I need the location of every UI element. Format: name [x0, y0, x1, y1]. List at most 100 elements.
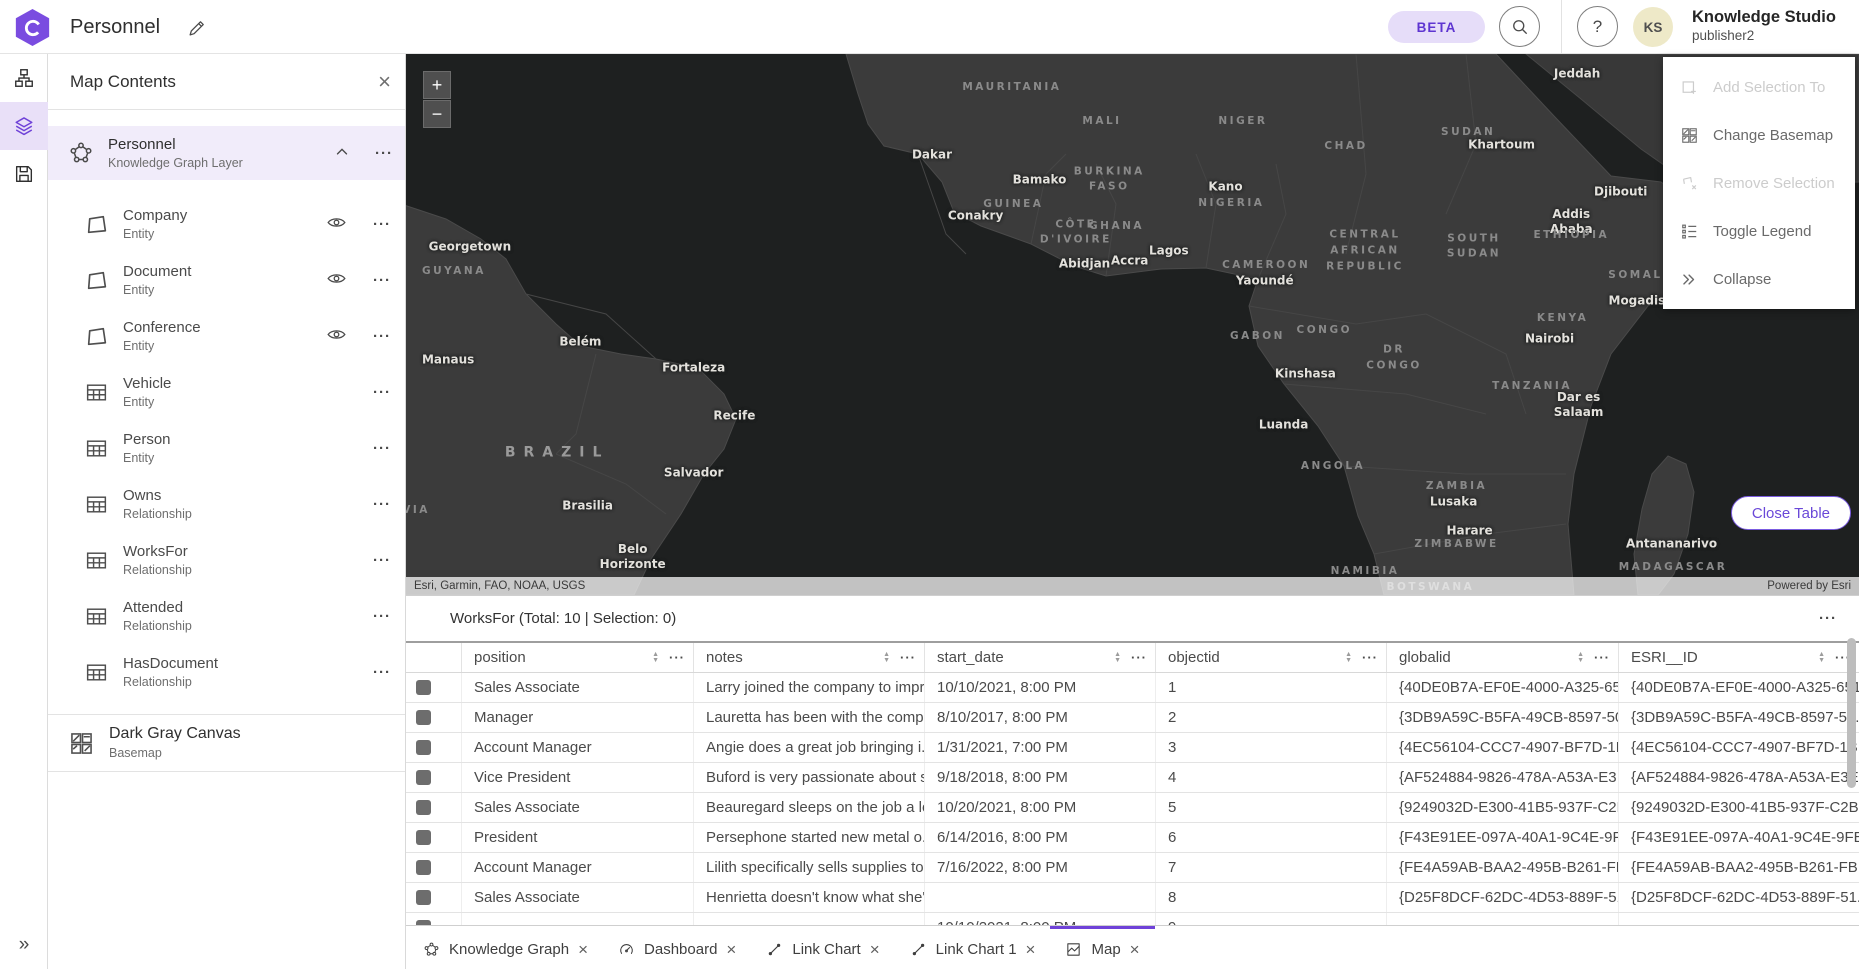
layer-options-button[interactable]: ···: [373, 552, 391, 569]
tab-knowledge-graph[interactable]: Knowledge Graph ×: [408, 926, 603, 969]
layer-group-personnel[interactable]: Personnel Knowledge Graph Layer ···: [48, 126, 405, 180]
tab-map[interactable]: Map ×: [1050, 926, 1154, 969]
sort-icon[interactable]: ▲▼: [652, 652, 659, 664]
layer-item-document[interactable]: Document Entity ···: [48, 252, 405, 308]
tab-link-chart-1[interactable]: Link Chart 1 ×: [895, 926, 1051, 969]
table-row[interactable]: Manager Lauretta has been with the comp.…: [406, 703, 1859, 733]
column-header-position[interactable]: position ▲▼ ···: [462, 643, 694, 672]
layer-list: Company Entity ··· Document Entity ···: [48, 196, 405, 700]
layer-options-button[interactable]: ···: [373, 384, 391, 401]
menu-item-toggle-legend[interactable]: Toggle Legend: [1663, 207, 1855, 255]
row-checkbox[interactable]: [416, 680, 431, 695]
close-tab-icon[interactable]: ×: [578, 941, 588, 958]
collapse-group-button[interactable]: [327, 138, 357, 168]
visibility-toggle[interactable]: [321, 212, 351, 236]
table-scrollbar[interactable]: [1847, 638, 1856, 788]
table-row[interactable]: Sales Associate Larry joined the company…: [406, 673, 1859, 703]
close-tab-icon[interactable]: ×: [726, 941, 736, 958]
row-checkbox[interactable]: [416, 860, 431, 875]
table-row[interactable]: Account Manager Lilith specifically sell…: [406, 853, 1859, 883]
menu-item-collapse[interactable]: Collapse: [1663, 255, 1855, 303]
close-table-button[interactable]: Close Table: [1731, 496, 1851, 530]
select-all-column[interactable]: [406, 643, 462, 672]
zoom-in-button[interactable]: +: [423, 71, 451, 99]
column-header-notes[interactable]: notes ▲▼ ···: [694, 643, 925, 672]
row-checkbox[interactable]: [416, 740, 431, 755]
layer-item-person[interactable]: Person Entity ···: [48, 420, 405, 476]
avatar[interactable]: KS: [1633, 7, 1673, 47]
cell-position: Sales Associate: [462, 793, 694, 822]
sort-icon[interactable]: ▲▼: [1818, 652, 1825, 664]
menu-item-label: Add Selection To: [1713, 79, 1825, 96]
table-options-button[interactable]: ···: [1819, 610, 1837, 627]
layer-options-button[interactable]: ···: [373, 216, 391, 233]
map-canvas[interactable]: Jeddah Dakar Bamako Khartoum Kano Conakr…: [406, 54, 1859, 595]
cell-notes: Henrietta doesn't know what she'...: [694, 883, 925, 912]
column-header-objectid[interactable]: objectid ▲▼ ···: [1156, 643, 1387, 672]
expand-rail-button[interactable]: »: [0, 925, 48, 965]
row-checkbox[interactable]: [416, 830, 431, 845]
sort-icon[interactable]: ▲▼: [1114, 652, 1121, 664]
close-tab-icon[interactable]: ×: [870, 941, 880, 958]
basemap-item[interactable]: Dark Gray Canvas Basemap: [48, 714, 405, 772]
layer-group-title: Personnel: [108, 135, 327, 155]
column-header-esri-id[interactable]: ESRI__ID ▲▼ ···: [1619, 643, 1859, 672]
layer-options-button[interactable]: ···: [373, 328, 391, 345]
layer-options-button[interactable]: ···: [373, 608, 391, 625]
menu-item-change-basemap[interactable]: Change Basemap: [1663, 111, 1855, 159]
sort-icon[interactable]: ▲▼: [1345, 652, 1352, 664]
layer-options-button[interactable]: ···: [373, 496, 391, 513]
search-button[interactable]: [1499, 6, 1540, 47]
column-header-globalid[interactable]: globalid ▲▼ ···: [1387, 643, 1619, 672]
table-row[interactable]: Sales Associate Henrietta doesn't know w…: [406, 883, 1859, 913]
layer-item-company[interactable]: Company Entity ···: [48, 196, 405, 252]
close-tab-icon[interactable]: ×: [1026, 941, 1036, 958]
column-options-button[interactable]: ···: [900, 650, 916, 665]
menu-item-remove-selection[interactable]: Remove Selection: [1663, 159, 1855, 207]
sort-icon[interactable]: ▲▼: [883, 652, 890, 664]
column-options-button[interactable]: ···: [1131, 650, 1147, 665]
tab-link-chart[interactable]: Link Chart ×: [751, 926, 894, 969]
table-row[interactable]: Sales Associate Beauregard sleeps on the…: [406, 793, 1859, 823]
row-checkbox[interactable]: [416, 710, 431, 725]
layer-item-worksfor[interactable]: WorksFor Relationship ···: [48, 532, 405, 588]
column-options-button[interactable]: ···: [669, 650, 685, 665]
layer-item-owns[interactable]: Owns Relationship ···: [48, 476, 405, 532]
visibility-toggle[interactable]: [321, 268, 351, 292]
sidebar-item-save[interactable]: [0, 150, 48, 198]
layer-title: Document: [123, 262, 321, 282]
visibility-toggle[interactable]: [321, 324, 351, 348]
column-options-button[interactable]: ···: [1362, 650, 1378, 665]
cell-start-date: 9/18/2018, 8:00 PM: [925, 763, 1156, 792]
rail-icon: [13, 163, 35, 185]
help-button[interactable]: ?: [1577, 6, 1618, 47]
layer-item-attended[interactable]: Attended Relationship ···: [48, 588, 405, 644]
column-options-button[interactable]: ···: [1594, 650, 1610, 665]
row-checkbox[interactable]: [416, 800, 431, 815]
app-logo-icon[interactable]: [14, 9, 51, 46]
sidebar-item-data-model[interactable]: [0, 54, 48, 102]
close-panel-button[interactable]: ×: [378, 71, 391, 93]
tab-icon: [1065, 941, 1082, 958]
layer-options-button[interactable]: ···: [373, 664, 391, 681]
layer-options-button[interactable]: ···: [373, 440, 391, 457]
sort-icon[interactable]: ▲▼: [1577, 652, 1584, 664]
close-tab-icon[interactable]: ×: [1130, 941, 1140, 958]
table-row[interactable]: Vice President Buford is very passionate…: [406, 763, 1859, 793]
row-checkbox[interactable]: [416, 890, 431, 905]
edit-title-button[interactable]: [186, 15, 212, 41]
column-header-start-date[interactable]: start_date ▲▼ ···: [925, 643, 1156, 672]
layer-item-hasdocument[interactable]: HasDocument Relationship ···: [48, 644, 405, 700]
layer-item-conference[interactable]: Conference Entity ···: [48, 308, 405, 364]
table-row[interactable]: Account Manager Angie does a great job b…: [406, 733, 1859, 763]
tab-dashboard[interactable]: Dashboard ×: [603, 926, 751, 969]
layer-item-vehicle[interactable]: Vehicle Entity ···: [48, 364, 405, 420]
layer-options-button[interactable]: ···: [373, 272, 391, 289]
zoom-out-button[interactable]: −: [423, 100, 451, 128]
sidebar-item-layers[interactable]: [0, 102, 48, 150]
menu-item-add-selection-to[interactable]: Add Selection To: [1663, 63, 1855, 111]
column-label: notes: [706, 649, 883, 666]
group-options-button[interactable]: ···: [375, 145, 393, 162]
table-row[interactable]: President Persephone started new metal o…: [406, 823, 1859, 853]
row-checkbox[interactable]: [416, 770, 431, 785]
